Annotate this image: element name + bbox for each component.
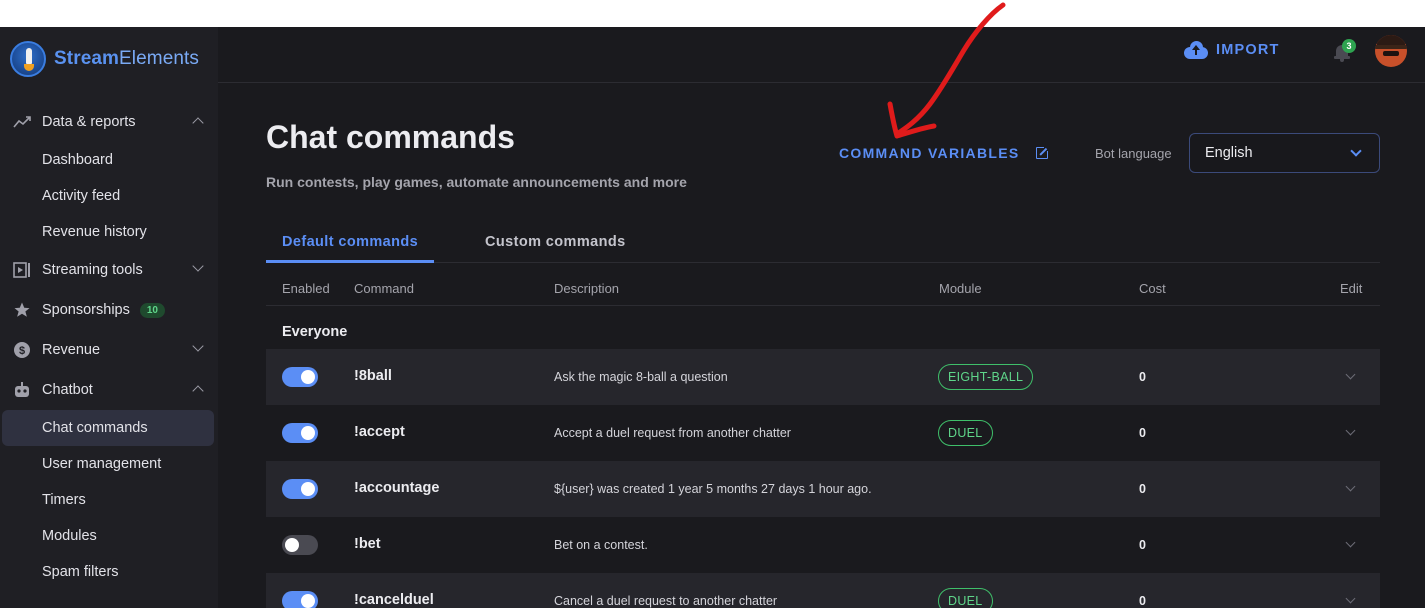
- bot-language-value: English: [1205, 145, 1253, 161]
- robot-icon: [12, 380, 32, 400]
- sidebar-group-sponsorships[interactable]: Sponsorships 10: [0, 290, 218, 330]
- sidebar-group-label: Chatbot: [42, 382, 93, 398]
- command-cost: 0: [1139, 482, 1146, 496]
- sidebar-group-label: Data & reports: [42, 114, 136, 130]
- chevron-down-icon[interactable]: [1345, 481, 1356, 492]
- chevron-down-icon[interactable]: [1345, 425, 1356, 436]
- command-tabs: Default commands Custom commands: [266, 225, 1380, 263]
- enabled-toggle[interactable]: [282, 479, 318, 499]
- top-bar: IMPORT 3: [218, 27, 1425, 83]
- enabled-toggle[interactable]: [282, 535, 318, 555]
- sidebar-item-dashboard[interactable]: Dashboard: [0, 142, 218, 178]
- sidebar-item-user-management[interactable]: User management: [0, 446, 218, 482]
- sidebar-item-spam-filters[interactable]: Spam filters: [0, 554, 218, 590]
- table-row: !accountage ${user} was created 1 year 5…: [266, 461, 1380, 517]
- bot-language-label: Bot language: [1095, 146, 1172, 161]
- header-edit: Edit: [1340, 281, 1363, 296]
- header-module: Module: [939, 281, 982, 296]
- command-name: !cancelduel: [354, 592, 434, 608]
- avatar[interactable]: [1375, 35, 1407, 67]
- table-row: !8ball Ask the magic 8-ball a question E…: [266, 349, 1380, 405]
- command-description: Ask the magic 8-ball a question: [554, 370, 728, 384]
- command-cost: 0: [1139, 594, 1146, 608]
- enabled-toggle[interactable]: [282, 591, 318, 608]
- sidebar-group-chatbot[interactable]: Chatbot: [0, 370, 218, 410]
- command-variables-link[interactable]: COMMAND VARIABLES: [839, 145, 1050, 161]
- chevron-down-icon[interactable]: [1345, 369, 1356, 380]
- rocket-logo-icon: [10, 41, 46, 77]
- group-label: Everyone: [282, 324, 348, 340]
- sidebar-group-label: Revenue: [42, 342, 101, 358]
- trending-icon: [12, 112, 32, 132]
- command-description: Cancel a duel request to another chatter: [554, 594, 778, 608]
- command-cost: 0: [1139, 370, 1146, 384]
- enabled-toggle[interactable]: [282, 423, 318, 443]
- chevron-up-icon: [192, 385, 204, 397]
- command-variables-label: COMMAND VARIABLES: [839, 145, 1020, 161]
- module-badge: DUEL: [938, 420, 993, 446]
- table-row: !accept Accept a duel request from anoth…: [266, 405, 1380, 461]
- chevron-down-icon[interactable]: [1345, 537, 1356, 548]
- brand-name-light: Elements: [119, 48, 200, 69]
- module-badge: EIGHT-BALL: [938, 364, 1034, 390]
- dollar-icon: $: [12, 340, 32, 360]
- main-content: IMPORT 3 Chat commands Run contests, pla…: [218, 27, 1425, 608]
- import-label: IMPORT: [1216, 42, 1280, 58]
- tab-default-commands[interactable]: Default commands: [266, 225, 435, 263]
- sidebar: StreamElements Data & reports Dashboard …: [0, 27, 218, 608]
- command-name: !accountage: [354, 480, 440, 496]
- enabled-toggle[interactable]: [282, 367, 318, 387]
- table-header: Enabled Command Description Module Cost …: [266, 264, 1380, 306]
- sidebar-item-revenue-history[interactable]: Revenue history: [0, 214, 218, 250]
- brand-logo[interactable]: StreamElements: [10, 41, 199, 77]
- header-enabled: Enabled: [282, 281, 330, 296]
- sponsorships-count-badge: 10: [139, 302, 165, 318]
- sidebar-item-modules[interactable]: Modules: [0, 518, 218, 554]
- sidebar-group-label: Sponsorships: [42, 302, 130, 318]
- command-name: !bet: [354, 536, 381, 552]
- sidebar-group-label: Streaming tools: [42, 262, 143, 278]
- command-description: Bet on a contest.: [554, 538, 648, 552]
- cloud-upload-icon: [1184, 41, 1208, 59]
- tab-custom-commands[interactable]: Custom commands: [469, 225, 642, 263]
- svg-text:$: $: [19, 345, 25, 357]
- table-row: !cancelduel Cancel a duel request to ano…: [266, 573, 1380, 608]
- sidebar-item-timers[interactable]: Timers: [0, 482, 218, 518]
- sidebar-nav: Data & reports Dashboard Activity feed R…: [0, 102, 218, 590]
- import-button[interactable]: IMPORT: [1184, 41, 1280, 59]
- top-white-strip: [0, 0, 1425, 27]
- sidebar-group-data-reports[interactable]: Data & reports: [0, 102, 218, 142]
- table-row: !bet Bet on a contest. 0: [266, 517, 1380, 573]
- page-title: Chat commands: [266, 119, 515, 155]
- command-cost: 0: [1139, 426, 1146, 440]
- chevron-down-icon: [192, 340, 204, 352]
- chevron-down-icon: [192, 260, 204, 272]
- header-cost: Cost: [1139, 281, 1166, 296]
- external-link-icon: [1035, 145, 1050, 159]
- star-icon: [12, 300, 32, 320]
- sidebar-group-streaming-tools[interactable]: Streaming tools: [0, 250, 218, 290]
- bot-language-select[interactable]: English: [1189, 133, 1380, 173]
- command-rows: !8ball Ask the magic 8-ball a question E…: [266, 349, 1380, 608]
- chevron-down-icon[interactable]: [1345, 593, 1356, 604]
- module-badge: DUEL: [938, 588, 993, 608]
- sidebar-group-revenue[interactable]: $ Revenue: [0, 330, 218, 370]
- header-command: Command: [354, 281, 414, 296]
- notification-count-badge: 3: [1342, 39, 1356, 53]
- streaming-icon: [12, 260, 32, 280]
- command-description: Accept a duel request from another chatt…: [554, 426, 791, 440]
- chevron-down-icon: [1350, 145, 1362, 157]
- brand-name-bold: Stream: [54, 48, 120, 69]
- chevron-up-icon: [192, 117, 204, 129]
- page-subtitle: Run contests, play games, automate annou…: [266, 174, 687, 190]
- command-name: !8ball: [354, 368, 392, 384]
- sidebar-item-chat-commands[interactable]: Chat commands: [2, 410, 214, 446]
- command-name: !accept: [354, 424, 405, 440]
- command-description: ${user} was created 1 year 5 months 27 d…: [554, 482, 872, 496]
- sidebar-item-activity-feed[interactable]: Activity feed: [0, 178, 218, 214]
- header-description: Description: [554, 281, 620, 296]
- command-cost: 0: [1139, 538, 1146, 552]
